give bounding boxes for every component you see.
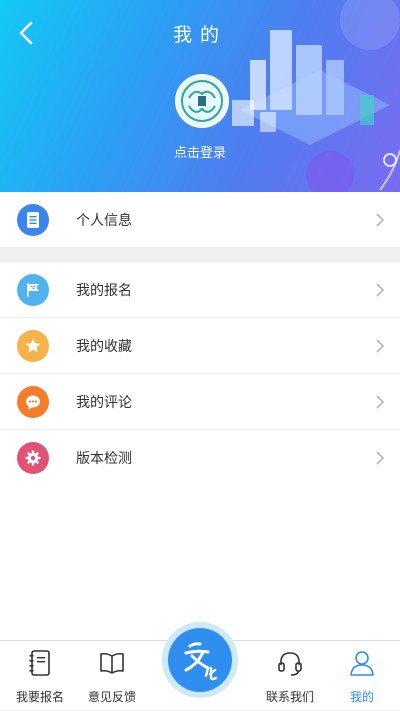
login-link[interactable]: 点击登录 [0, 142, 400, 161]
headset-icon [278, 652, 302, 676]
content-area [0, 484, 400, 640]
profile-header: 我的 点击登录 [0, 0, 400, 192]
notebook-icon [29, 650, 50, 676]
menu-item-favorites[interactable]: 我的收藏 [0, 318, 400, 374]
menu-item-label: 个人信息 [76, 213, 132, 229]
tab-label: 我的 [349, 690, 374, 704]
tab-feedback[interactable]: 意见反馈 [72, 641, 152, 711]
star-icon [17, 330, 49, 362]
tab-label: 意见反馈 [87, 690, 136, 704]
chat-icon [17, 386, 49, 418]
tab-register[interactable]: 我要报名 [0, 641, 80, 711]
chevron-right-icon [376, 395, 385, 409]
menu-item-profile[interactable]: 个人信息 [0, 192, 400, 248]
avatar[interactable] [175, 74, 229, 128]
menu-item-label: 我的评论 [76, 395, 132, 411]
menu-item-registrations[interactable]: 我的报名 [0, 262, 400, 318]
tab-contact[interactable]: 联系我们 [250, 641, 330, 711]
menu-item-comments[interactable]: 我的评论 [0, 374, 400, 430]
document-icon [17, 204, 49, 236]
tab-me[interactable]: 我的 [322, 641, 400, 711]
chevron-right-icon [376, 451, 385, 465]
page-title: 我的 [172, 24, 227, 46]
menu-item-version-check[interactable]: 版本检测 [0, 430, 400, 486]
culture-logo-icon [184, 642, 218, 681]
chevron-right-icon [376, 283, 385, 297]
chevron-right-icon [376, 213, 385, 227]
menu-item-label: 我的收藏 [76, 339, 132, 355]
center-button-inner [168, 628, 232, 692]
chevron-right-icon [376, 339, 385, 353]
book-icon [100, 652, 124, 674]
flag-icon [17, 274, 49, 306]
center-culture-button[interactable] [162, 622, 238, 698]
menu-item-label: 版本检测 [76, 451, 132, 467]
tab-label: 我要报名 [15, 690, 64, 704]
section-divider [0, 248, 400, 262]
user-icon [350, 651, 374, 676]
gear-icon [17, 442, 49, 474]
avatar-logo-icon [181, 80, 223, 122]
tab-label: 联系我们 [265, 690, 314, 704]
menu-item-label: 我的报名 [76, 283, 132, 299]
